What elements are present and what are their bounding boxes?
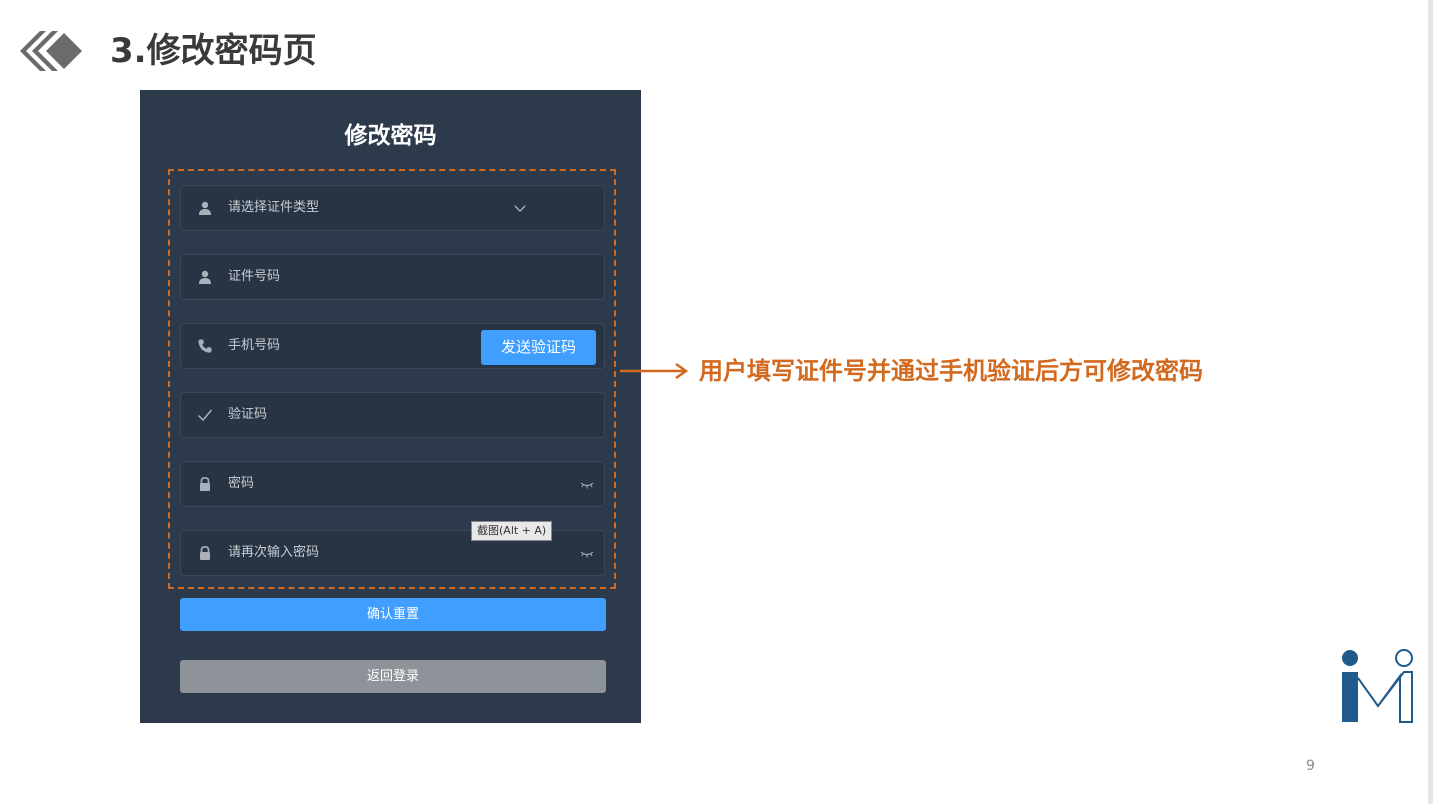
send-code-button[interactable]: 发送验证码 (481, 330, 596, 365)
check-icon (197, 409, 213, 422)
back-to-login-button[interactable]: 返回登录 (180, 660, 606, 693)
user-icon (199, 270, 211, 284)
verification-code-field[interactable]: 验证码 (180, 392, 605, 438)
chevron-down-icon (514, 205, 526, 212)
page-number: 9 (1306, 758, 1315, 774)
slide-title: 3.修改密码页 (110, 31, 317, 71)
phone-field[interactable]: 手机号码 发送验证码 (180, 323, 605, 369)
lock-icon (200, 545, 210, 560)
slide-right-border (1428, 0, 1433, 804)
id-type-placeholder: 请选择证件类型 (228, 200, 320, 215)
form-title: 修改密码 (344, 123, 437, 149)
chevron-left-logo-icon (20, 31, 82, 71)
code-placeholder: 验证码 (228, 407, 268, 422)
phone-icon (198, 339, 212, 353)
password-field[interactable]: 密码 (180, 461, 605, 507)
eye-closed-icon[interactable] (580, 549, 594, 559)
password-placeholder: 密码 (228, 476, 255, 491)
id-number-field[interactable]: 证件号码 (180, 254, 605, 300)
arrow-right-icon (620, 362, 689, 380)
screenshot-tooltip: 截图(Alt + A) (471, 521, 553, 541)
company-logo-icon (1342, 649, 1413, 723)
id-type-select[interactable]: 请选择证件类型 (180, 185, 605, 231)
change-password-panel: 修改密码 请选择证件类型 证件号码 手机号码 发送验证码 验证码 密码 请再次输… (140, 90, 641, 723)
phone-placeholder: 手机号码 (228, 338, 281, 353)
id-number-placeholder: 证件号码 (228, 269, 281, 284)
eye-closed-icon[interactable] (580, 480, 594, 490)
lock-icon (200, 476, 210, 491)
confirm-reset-button[interactable]: 确认重置 (180, 598, 606, 631)
user-icon (199, 201, 211, 215)
annotation-text: 用户填写证件号并通过手机验证后方可修改密码 (699, 357, 1203, 385)
confirm-password-placeholder: 请再次输入密码 (228, 545, 320, 560)
